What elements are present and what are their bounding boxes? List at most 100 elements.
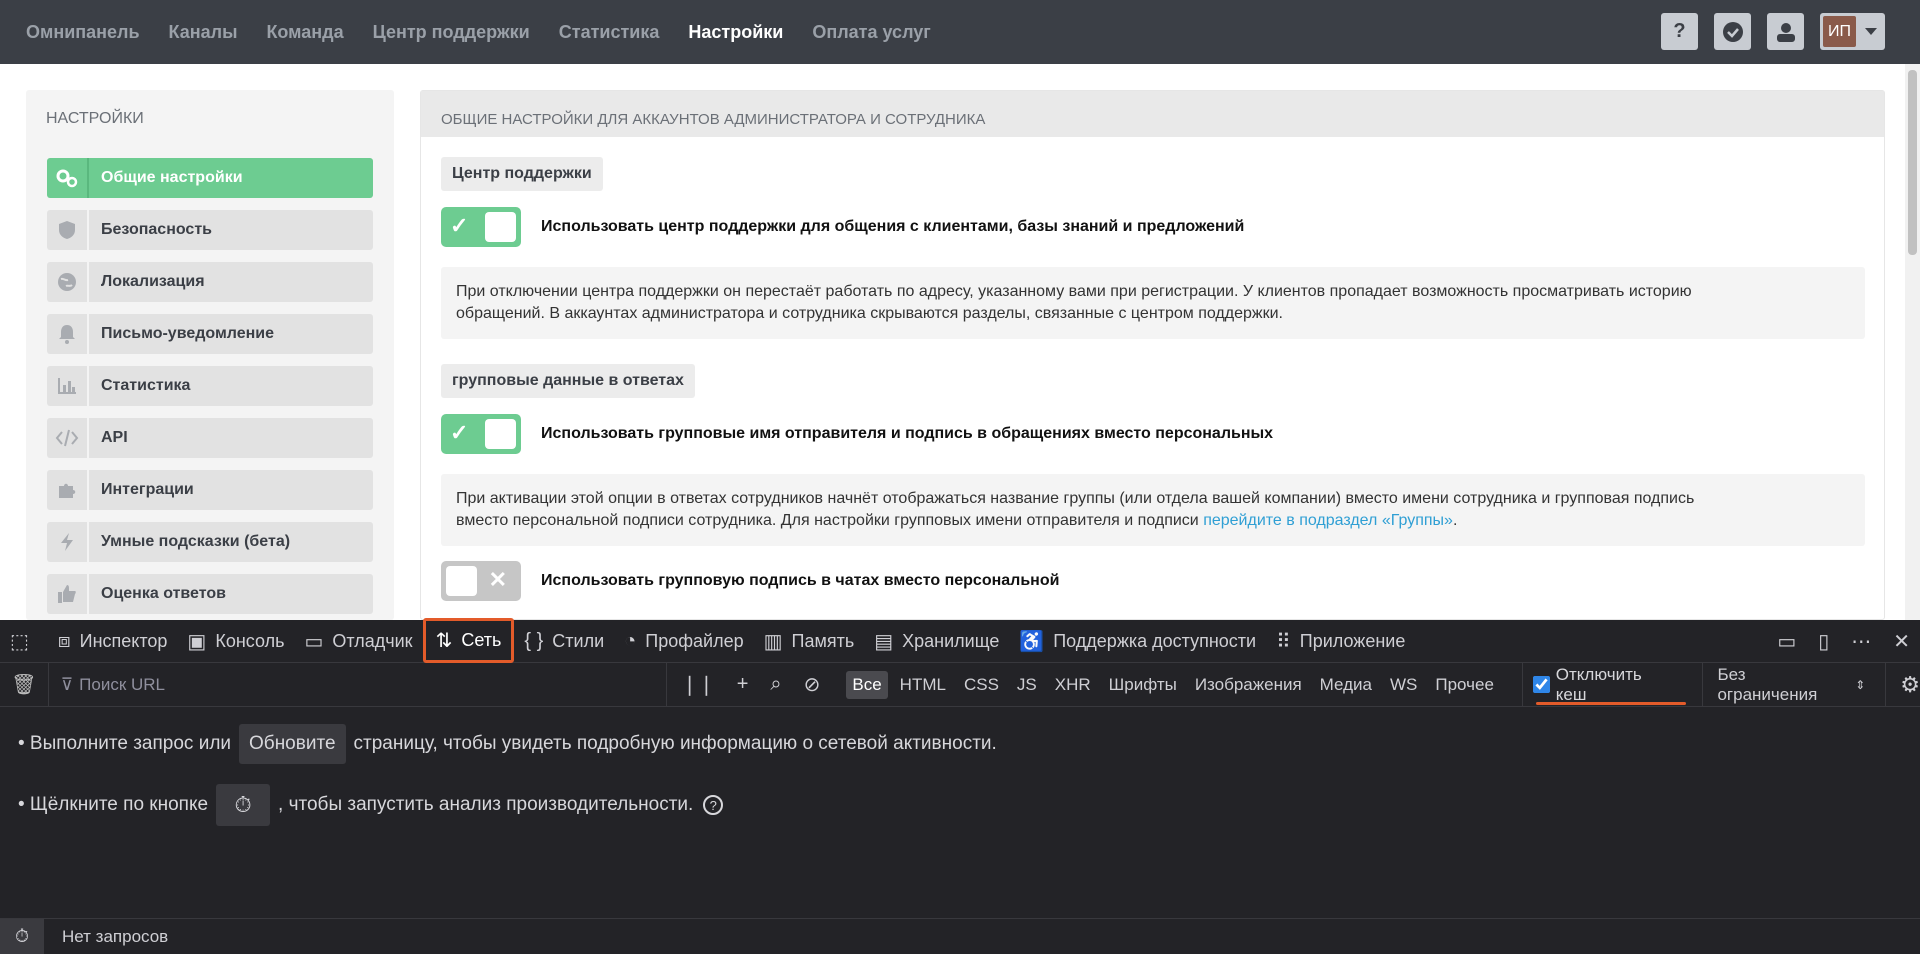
- close-devtools-icon[interactable]: ✕: [1893, 629, 1910, 654]
- sidebar-item-localization[interactable]: Локализация: [47, 262, 373, 302]
- help-button[interactable]: ?: [1661, 13, 1698, 50]
- pause-icon[interactable]: ❘❘: [681, 672, 715, 697]
- network-empty-state: • Выполните запрос или Обновите страницу…: [0, 708, 1920, 918]
- tab-label: Профайлер: [645, 630, 744, 651]
- filter-all[interactable]: Все: [846, 670, 888, 699]
- toggle-split-console-icon[interactable]: ▭: [1777, 629, 1796, 654]
- tab-network[interactable]: ⇅ Сеть: [422, 617, 515, 663]
- disable-cache-checkbox[interactable]: [1532, 676, 1550, 693]
- sidebar-item-label: Статистика: [101, 377, 191, 394]
- general-settings-panel: ОБЩИЕ НАСТРОЙКИ ДЛЯ АККАУНТОВ АДМИНИСТРА…: [420, 90, 1885, 620]
- note-line: обращений. В аккаунтах администратора и …: [456, 305, 1283, 322]
- nav-links: Омнипанель Каналы Команда Центр поддержк…: [0, 22, 960, 43]
- status-button[interactable]: [1714, 13, 1751, 50]
- search-icon[interactable]: ⌕: [770, 673, 781, 696]
- tab-application[interactable]: ⠿ Приложение: [1266, 620, 1415, 663]
- groups-subsection-link[interactable]: перейдите в подраздел «Группы»: [1203, 512, 1453, 529]
- question-icon[interactable]: ?: [703, 795, 724, 815]
- network-icon: ⇅: [435, 629, 453, 652]
- group-sender-toggle-label: Использовать групповые имя отправителя и…: [541, 425, 1274, 442]
- highlight-underline: [1535, 701, 1686, 705]
- disable-cache-control: Отключить кеш: [1521, 662, 1686, 707]
- more-options-icon[interactable]: ⋯: [1851, 629, 1871, 654]
- filter-html[interactable]: HTML: [894, 671, 952, 699]
- devtools-panel: ⬚ ⧈ Инспектор ▣ Консоль ▭ Отладчик ⇅ Сеть { …: [0, 617, 1920, 954]
- gear-icon[interactable]: ⚙: [1885, 662, 1920, 707]
- nav-channels[interactable]: Каналы: [169, 22, 238, 43]
- tab-console[interactable]: ▣ Консоль: [177, 620, 294, 663]
- check-icon: ✓: [450, 213, 469, 238]
- filter-fonts[interactable]: Шрифты: [1103, 671, 1183, 699]
- group-sender-toggle[interactable]: ✓: [441, 414, 521, 454]
- tab-debugger[interactable]: ▭ Отладчик: [294, 620, 422, 663]
- url-filter-input[interactable]: [79, 674, 640, 695]
- sidebar-item-ratings[interactable]: Оценка ответов: [47, 574, 373, 614]
- sidebar-item-security[interactable]: Безопасность: [47, 210, 373, 250]
- user-menu-button[interactable]: ИП: [1820, 13, 1885, 50]
- settings-page: НАСТРОЙКИ Общие настройки Безопасность Л…: [0, 64, 1905, 620]
- element-picker-button[interactable]: ⬚: [0, 620, 48, 663]
- filter-media[interactable]: Медиа: [1314, 671, 1378, 699]
- devtools-tabs: ⬚ ⧈ Инспектор ▣ Консоль ▭ Отладчик ⇅ Сеть { …: [0, 617, 1920, 663]
- tab-inspector[interactable]: ⧈ Инспектор: [48, 620, 178, 663]
- filter-xhr[interactable]: XHR: [1049, 671, 1097, 699]
- tab-label: Инспектор: [79, 630, 168, 651]
- filter-images[interactable]: Изображения: [1189, 671, 1308, 699]
- add-request-icon[interactable]: +: [737, 673, 749, 696]
- request-type-filters: Все HTML CSS JS XHR Шрифты Изображения М…: [834, 670, 1500, 699]
- nav-support-center[interactable]: Центр поддержки: [373, 22, 530, 43]
- profile-button[interactable]: [1767, 13, 1804, 50]
- hint-text: • Выполните запрос или: [18, 733, 232, 754]
- stopwatch-icon[interactable]: ⏱: [0, 918, 44, 954]
- filter-ws[interactable]: WS: [1384, 671, 1423, 699]
- group-data-note: При активации этой опции в ответах сотру…: [441, 474, 1865, 546]
- responsive-design-icon[interactable]: ▯: [1818, 629, 1829, 654]
- nav-omnipanel[interactable]: Омнипанель: [26, 22, 140, 43]
- code-icon: [47, 418, 89, 458]
- sidebar-item-smart-hints[interactable]: Умные подсказки (бета): [47, 522, 373, 562]
- network-tools: ❘❘ + ⌕ ⊘: [666, 662, 834, 707]
- scrollbar-thumb[interactable]: [1908, 70, 1917, 255]
- filter-other[interactable]: Прочее: [1429, 671, 1500, 699]
- note-text: .: [1452, 512, 1458, 529]
- sidebar-item-statistics[interactable]: Статистика: [47, 366, 373, 406]
- check-icon: ✓: [450, 420, 469, 445]
- disable-cache-label[interactable]: Отключить кеш: [1556, 665, 1677, 705]
- reload-button[interactable]: Обновите: [239, 724, 346, 764]
- user-icon: [1776, 22, 1795, 42]
- group-chat-signature-toggle[interactable]: ✕: [441, 561, 521, 601]
- close-icon: ✕: [488, 567, 507, 592]
- nav-billing[interactable]: Оплата услуг: [812, 22, 930, 43]
- sidebar-item-integrations[interactable]: Интеграции: [47, 470, 373, 510]
- tab-accessibility[interactable]: ♿ Поддержка доступности: [1009, 620, 1266, 663]
- page-scrollbar[interactable]: [1905, 64, 1920, 620]
- note-text: вместо персональной подписи сотрудника. …: [456, 512, 1204, 529]
- bar-chart-icon: [47, 366, 89, 406]
- filter-css[interactable]: CSS: [958, 671, 1005, 699]
- gears-icon: [47, 158, 89, 198]
- pick-element-icon: ⬚: [10, 630, 29, 653]
- block-requests-icon[interactable]: ⊘: [804, 672, 821, 697]
- tab-profiler[interactable]: ◔ Профайлер: [614, 620, 753, 663]
- application-icon: ⠿: [1276, 630, 1291, 653]
- sidebar-item-label: Оценка ответов: [101, 585, 226, 602]
- tab-styles[interactable]: { } Стили: [514, 620, 614, 663]
- clear-requests-icon[interactable]: 🗑: [0, 672, 48, 697]
- sidebar-item-api[interactable]: API: [47, 418, 373, 458]
- sidebar-header: НАСТРОЙКИ: [46, 110, 144, 127]
- filter-js[interactable]: JS: [1011, 671, 1043, 699]
- support-center-toggle[interactable]: ✓: [441, 207, 521, 247]
- tab-storage[interactable]: ▤ Хранилище: [864, 620, 1009, 663]
- sidebar-item-notification-email[interactable]: Письмо-уведомление: [47, 314, 373, 354]
- avatar: ИП: [1823, 16, 1856, 47]
- throttling-select[interactable]: Без ограничения ⇕: [1702, 662, 1865, 707]
- sidebar-item-general[interactable]: Общие настройки: [47, 158, 373, 198]
- stopwatch-button[interactable]: ⏱: [216, 784, 271, 826]
- tab-memory[interactable]: ▥ Память: [754, 620, 865, 663]
- accessibility-icon: ♿: [1019, 630, 1045, 653]
- nav-statistics[interactable]: Статистика: [559, 22, 660, 43]
- sidebar-item-label: Умные подсказки (бета): [101, 533, 291, 550]
- nav-settings[interactable]: Настройки: [688, 22, 783, 43]
- note-line: При активации этой опции в ответах сотру…: [456, 490, 1695, 507]
- nav-team[interactable]: Команда: [266, 22, 343, 43]
